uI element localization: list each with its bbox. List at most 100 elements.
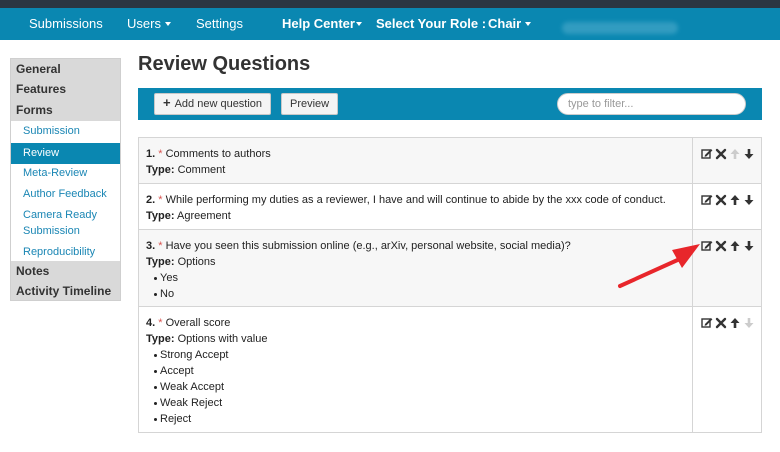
sidebar-item-meta-review[interactable]: Meta-Review (11, 165, 120, 181)
questions-table: 1. * Comments to authors Type: Comment 2… (138, 137, 762, 433)
role-dropdown[interactable]: Chair (488, 8, 532, 40)
question-text: Overall score (165, 317, 231, 329)
question-row: 2. * While performing my duties as a rev… (139, 184, 761, 230)
sidebar-item-activity-timeline[interactable]: Activity Timeline (11, 281, 120, 302)
sidebar-item-camera-ready[interactable]: Camera Ready Submission (11, 207, 120, 239)
arrow-down-icon[interactable] (743, 239, 755, 253)
arrow-up-icon[interactable] (729, 239, 741, 253)
question-cell: 2. * While performing my duties as a rev… (139, 184, 693, 229)
question-actions (701, 239, 757, 253)
nav-users[interactable]: Users (127, 8, 171, 40)
required-marker: * (158, 194, 163, 206)
navbar: Submissions Users Settings Help Center S… (0, 8, 780, 40)
delete-icon[interactable] (715, 147, 727, 161)
question-actions (701, 193, 757, 207)
select-role-label: Select Your Role : (376, 16, 487, 31)
arrow-up-icon[interactable] (729, 193, 741, 207)
sidebar-item-camera-ready-line2: Submission (23, 225, 80, 237)
arrow-down-icon[interactable] (743, 193, 755, 207)
sidebar-item-reproducibility[interactable]: Reproducibility (11, 244, 120, 260)
nav-help-center[interactable]: Help Center (282, 8, 362, 40)
question-type: Options with value (177, 333, 268, 345)
question-cell: 1. * Comments to authors Type: Comment (139, 138, 693, 183)
option-item: Reject (146, 411, 692, 427)
sidebar-item-features[interactable]: Features (11, 79, 120, 100)
nav-submissions[interactable]: Submissions (29, 8, 103, 40)
chevron-down-icon (355, 21, 362, 26)
add-question-label: Add new question (174, 98, 263, 110)
question-type: Options (177, 256, 216, 268)
question-number: 4. (146, 317, 156, 329)
nav-users-label: Users (127, 16, 161, 31)
sidebar: General Features Forms Submission Review… (10, 58, 121, 301)
edit-icon[interactable] (701, 239, 713, 253)
question-text: While performing my duties as a reviewer… (165, 194, 666, 206)
question-line: 1. * Comments to authors (146, 146, 692, 162)
type-label: Type: (146, 256, 175, 268)
option-item: No (146, 286, 692, 302)
toolbar: + Add new question Preview (138, 88, 762, 120)
question-type: Comment (177, 164, 226, 176)
sidebar-item-general[interactable]: General (11, 59, 120, 80)
role-value: Chair (488, 16, 522, 31)
question-number: 1. (146, 148, 156, 160)
question-type: Agreement (176, 210, 231, 222)
edit-icon[interactable] (701, 316, 713, 330)
question-actions (701, 316, 757, 330)
plus-icon: + (163, 95, 171, 110)
option-item: Strong Accept (146, 347, 692, 363)
chevron-down-icon (525, 21, 532, 26)
question-type-line: Type: Comment (146, 162, 692, 178)
question-cell: 3. * Have you seen this submission onlin… (139, 230, 693, 306)
chevron-down-icon (164, 21, 171, 26)
option-item: Weak Reject (146, 395, 692, 411)
question-row: 4. * Overall score Type: Options with va… (139, 307, 761, 432)
arrow-down-icon (743, 316, 755, 330)
sidebar-item-camera-ready-line1: Camera Ready (23, 209, 97, 221)
type-label: Type: (146, 333, 175, 345)
option-item: Weak Accept (146, 379, 692, 395)
required-marker: * (158, 317, 163, 329)
add-question-button[interactable]: + Add new question (154, 93, 272, 115)
sidebar-item-submission[interactable]: Submission (11, 123, 120, 139)
question-number: 2. (146, 194, 156, 206)
nav-settings[interactable]: Settings (196, 8, 243, 40)
question-number: 3. (146, 240, 156, 252)
option-item: Accept (146, 363, 692, 379)
filter-input[interactable] (557, 93, 746, 115)
user-menu-blurred[interactable] (562, 22, 678, 34)
delete-icon[interactable] (715, 193, 727, 207)
top-strip (0, 0, 780, 8)
delete-icon[interactable] (715, 316, 727, 330)
required-marker: * (158, 148, 163, 160)
question-text: Comments to authors (165, 148, 271, 160)
sidebar-item-forms[interactable]: Forms (11, 100, 120, 121)
sidebar-item-notes[interactable]: Notes (11, 261, 120, 282)
question-row: 1. * Comments to authors Type: Comment (139, 138, 761, 184)
nav-help-center-label: Help Center (282, 16, 355, 31)
arrow-up-icon (729, 147, 741, 161)
delete-icon[interactable] (715, 239, 727, 253)
question-row: 3. * Have you seen this submission onlin… (139, 230, 761, 307)
sidebar-item-author-feedback[interactable]: Author Feedback (11, 186, 120, 202)
question-type-line: Type: Options (146, 254, 692, 270)
edit-icon[interactable] (701, 147, 713, 161)
question-text: Have you seen this submission online (e.… (165, 240, 571, 252)
edit-icon[interactable] (701, 193, 713, 207)
type-label: Type: (146, 210, 175, 222)
arrow-down-icon[interactable] (743, 147, 755, 161)
sidebar-forms-submenu: Submission Review Meta-Review Author Fee… (11, 121, 120, 261)
required-marker: * (158, 240, 163, 252)
question-line: 3. * Have you seen this submission onlin… (146, 238, 692, 254)
preview-button[interactable]: Preview (281, 93, 339, 115)
sidebar-item-review[interactable]: Review (11, 143, 120, 164)
option-item: Yes (146, 270, 692, 286)
question-type-line: Type: Options with value (146, 331, 692, 347)
question-line: 2. * While performing my duties as a rev… (146, 192, 692, 208)
question-line: 4. * Overall score (146, 315, 692, 331)
question-cell: 4. * Overall score Type: Options with va… (139, 307, 693, 432)
arrow-up-icon[interactable] (729, 316, 741, 330)
type-label: Type: (146, 164, 175, 176)
question-actions (701, 147, 757, 161)
question-type-line: Type: Agreement (146, 208, 692, 224)
